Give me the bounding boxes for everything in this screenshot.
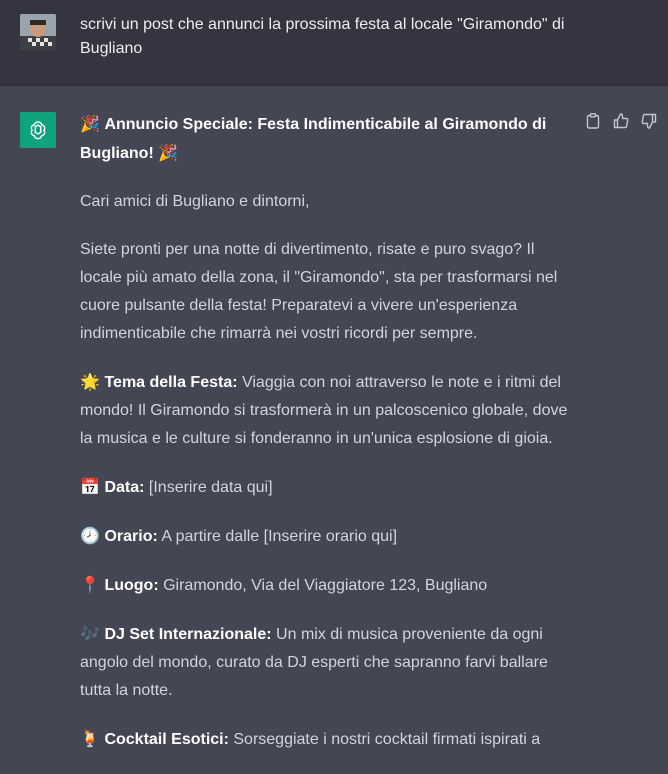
party-popper-icon: 🎉 [158,143,179,162]
cocktail-icon: 🍹 [80,729,100,748]
item-label: Tema della Festa: [104,374,238,391]
list-item: 📅 Data: [Inserire data qui] [80,473,570,502]
item-text: A partire dalle [Inserire orario qui] [157,528,398,545]
greeting-paragraph: Cari amici di Bugliano e dintorni, [80,193,310,210]
item-text: [Inserire data qui] [144,479,273,496]
list-item: 📍 Luogo: Giramondo, Via del Viaggiatore … [80,571,570,600]
item-text: Sorseggiate i nostri cocktail firmati is… [228,731,541,748]
item-label: Data: [104,479,145,496]
assistant-message-row: 🎉 Annuncio Speciale: Festa Indimenticabi… [0,86,668,748]
party-popper-icon: 🎉 [80,114,100,133]
item-label: Orario: [104,528,158,545]
clock-icon: 🕗 [80,526,100,545]
openai-logo-icon [20,112,56,148]
user-avatar [20,14,56,50]
list-item: 🌟 Tema della Festa: Viaggia con noi attr… [80,368,570,453]
glowing-star-icon: 🌟 [80,372,100,391]
clipboard-icon[interactable] [584,112,602,130]
user-message-row: scrivi un post che annunci la prossima f… [0,0,668,86]
list-item: 🍹 Cocktail Esotici: Sorseggiate i nostri… [80,725,570,754]
calendar-icon: 📅 [80,477,100,496]
assistant-response: 🎉 Annuncio Speciale: Festa Indimenticabi… [80,110,570,774]
user-prompt-text: scrivi un post che annunci la prossima f… [80,16,565,57]
list-item: 🕗 Orario: A partire dalle [Inserire orar… [80,522,570,551]
location-pin-icon: 📍 [80,575,100,594]
item-label: Luogo: [104,577,159,594]
item-label: DJ Set Internazionale: [104,626,272,643]
music-notes-icon: 🎶 [80,624,100,643]
response-title: 🎉 Annuncio Speciale: Festa Indimenticabi… [80,110,570,168]
title-text: Annuncio Speciale: Festa Indimenticabile… [80,116,547,162]
item-text: Giramondo, Via del Viaggiatore 123, Bugl… [158,577,488,594]
thumbs-up-icon[interactable] [612,112,630,130]
list-item: 🎶 DJ Set Internazionale: Un mix di music… [80,620,570,705]
intro-paragraph: Siete pronti per una notte di divertimen… [80,241,558,342]
item-label: Cocktail Esotici: [104,731,229,748]
thumbs-down-icon[interactable] [640,112,658,130]
message-actions [584,112,658,130]
